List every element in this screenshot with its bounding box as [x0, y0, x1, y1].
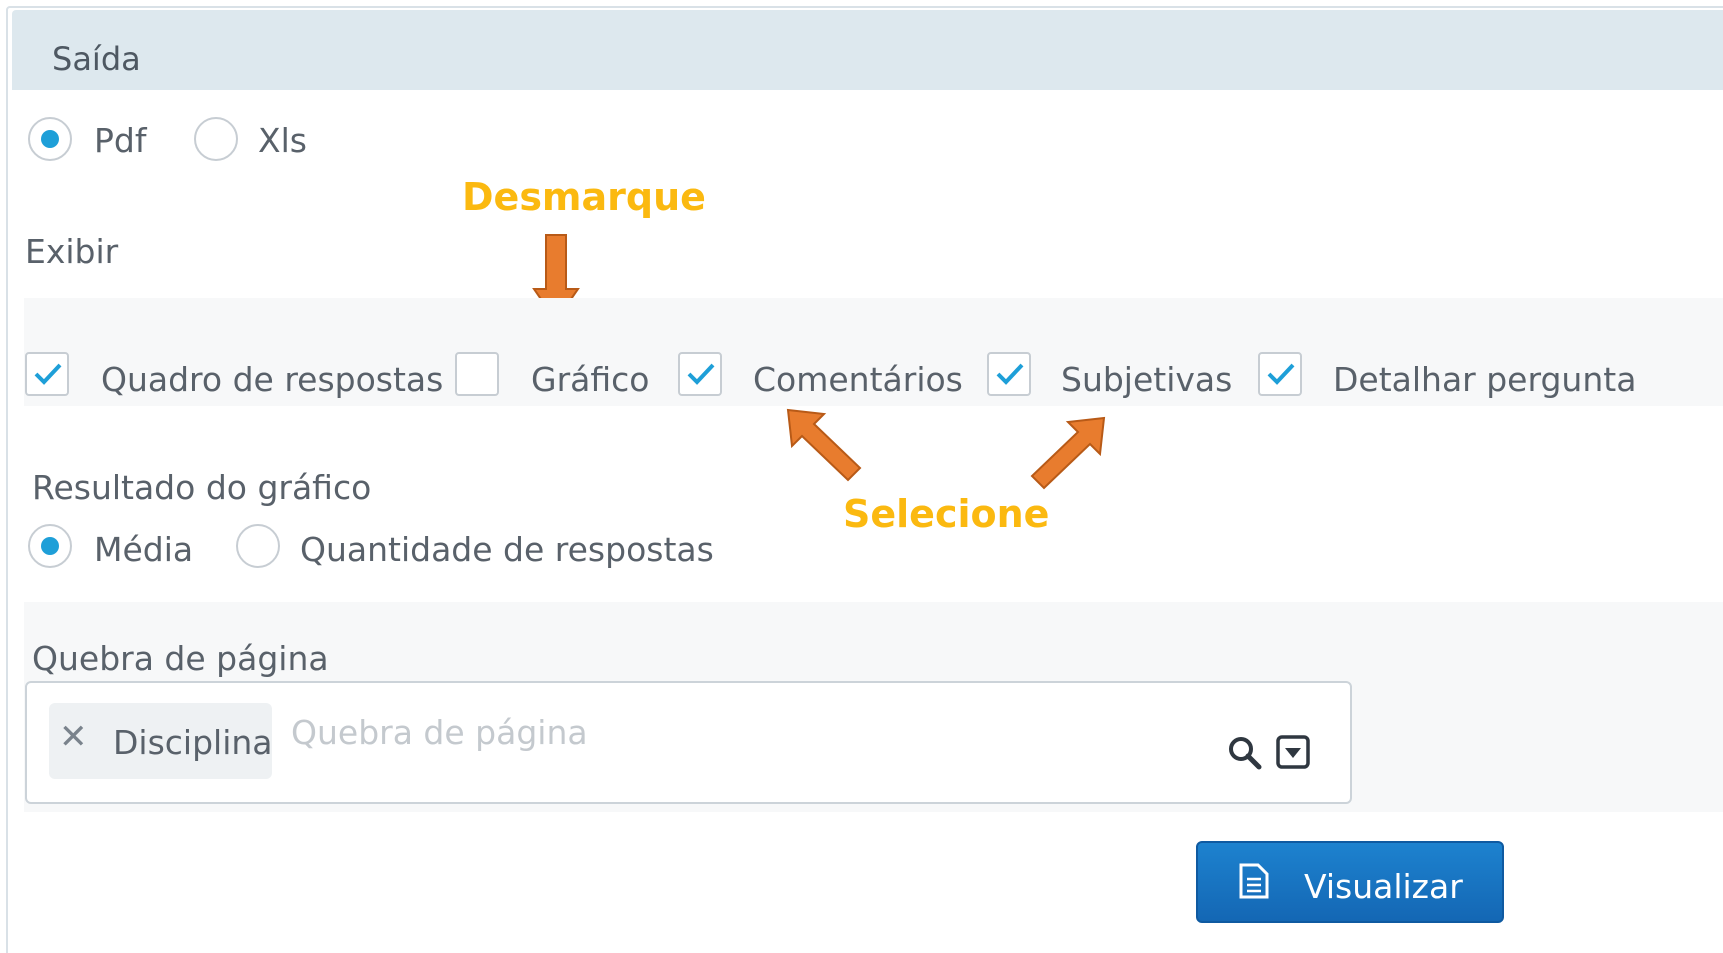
panel-header: Saída [12, 10, 1723, 90]
checkbox-quadro-de-respostas[interactable] [25, 352, 69, 396]
checkbox-label-detalhar-pergunta: Detalhar pergunta [1333, 360, 1637, 399]
remove-tag-icon[interactable]: ✕ [59, 717, 88, 757]
quebra-label: Quebra de página [32, 639, 329, 678]
check-icon [1267, 363, 1295, 385]
radio-pdf[interactable] [28, 117, 72, 161]
resultado-label: Resultado do gráfico [32, 468, 372, 507]
arrow-up-right-icon [1030, 416, 1106, 490]
dropdown-icon[interactable] [1276, 735, 1310, 769]
checkbox-detalhar-pergunta[interactable] [1258, 352, 1302, 396]
annotation-uncheck: Desmarque [462, 175, 706, 219]
check-icon [34, 363, 62, 385]
annotation-select: Selecione [843, 492, 1050, 536]
checkbox-subjetivas[interactable] [987, 352, 1031, 396]
radio-xls[interactable] [194, 117, 238, 161]
radio-quantidade-label: Quantidade de respostas [300, 530, 714, 569]
checkbox-label-comentarios: Comentários [753, 360, 963, 399]
selected-tag: ✕ Disciplina [49, 703, 273, 779]
visualizar-button[interactable]: Visualizar [1196, 841, 1504, 923]
radio-pdf-label: Pdf [94, 121, 147, 160]
radio-media[interactable] [28, 524, 72, 568]
checkbox-comentarios[interactable] [678, 352, 722, 396]
checkbox-label-subjetivas: Subjetivas [1061, 360, 1233, 399]
checkbox-label-quadro-de-respostas: Quadro de respostas [101, 360, 444, 399]
tag-label: Disciplina [113, 723, 273, 762]
radio-xls-label: Xls [258, 121, 307, 160]
quebra-placeholder[interactable]: Quebra de página [291, 713, 588, 752]
document-icon [1239, 863, 1269, 899]
exibir-label: Exibir [25, 232, 119, 271]
radio-media-label: Média [94, 530, 194, 569]
panel-title: Saída [52, 40, 141, 78]
arrow-up-left-icon [786, 408, 862, 482]
check-icon [996, 363, 1024, 385]
search-icon[interactable] [1227, 735, 1263, 771]
radio-quantidade-de-respostas[interactable] [236, 524, 280, 568]
checkbox-label-grafico: Gráfico [531, 360, 650, 399]
visualizar-label: Visualizar [1304, 867, 1463, 906]
checkbox-grafico[interactable] [455, 352, 499, 396]
check-icon [687, 363, 715, 385]
quebra-select[interactable]: ✕ Disciplina Quebra de página [25, 681, 1352, 804]
